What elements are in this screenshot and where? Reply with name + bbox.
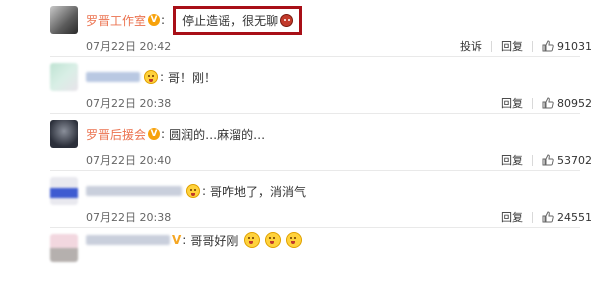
username[interactable]: 罗晋后援会 xyxy=(86,126,146,143)
verified-v-icon: V xyxy=(148,14,161,26)
like-count: 53702 xyxy=(557,153,592,167)
like-count: 24551 xyxy=(557,210,592,224)
reply-link[interactable]: 回复 xyxy=(501,152,523,168)
comment-actions: 回复 80952 xyxy=(501,95,592,111)
vip-v-icon: V xyxy=(172,233,182,247)
comment-text: 圆润的…麻溜的… xyxy=(169,127,266,142)
highlighted-comment-box: 停止造谣，很无聊 xyxy=(173,5,303,35)
like-button[interactable]: 24551 xyxy=(542,211,592,224)
blurred-username[interactable] xyxy=(86,235,170,245)
comment-time: 07月22日 20:42 xyxy=(86,40,172,53)
divider xyxy=(532,154,533,166)
comment-text: 哥咋地了，消消气 xyxy=(210,184,307,199)
comment-text: 哥！刚！ xyxy=(168,70,217,85)
thumbs-up-icon xyxy=(542,211,554,223)
colon: : xyxy=(161,13,166,27)
comment-time: 07月22日 20:38 xyxy=(86,211,172,224)
colon: : xyxy=(160,70,165,84)
comment-text: 停止造谣，很无聊 xyxy=(182,13,279,28)
avatar[interactable] xyxy=(50,234,78,262)
blurred-username[interactable] xyxy=(86,186,182,196)
avatar[interactable] xyxy=(50,177,78,205)
divider xyxy=(491,40,492,52)
username[interactable]: 罗晋工作室 xyxy=(86,12,146,29)
verified-v-icon: V xyxy=(148,128,161,140)
colon: : xyxy=(182,233,187,247)
grin-emoji-icon xyxy=(286,232,303,248)
comment-actions: 回复 24551 xyxy=(501,209,592,225)
like-button[interactable]: 53702 xyxy=(542,154,592,167)
like-button[interactable]: 80952 xyxy=(542,97,592,110)
grin-emoji-icon xyxy=(144,70,158,84)
reply-link[interactable]: 回复 xyxy=(501,95,523,111)
comment-header: : 哥咋地了，消消气 xyxy=(86,181,306,201)
comment-item: 罗晋工作室 V : 停止造谣，很无聊 07月22日 20:42 投诉 回复 91… xyxy=(0,0,600,57)
comment-text: 哥哥好刚 xyxy=(190,233,239,248)
comment-item: : 哥！刚！ 07月22日 20:38 回复 80952 xyxy=(0,57,600,114)
avatar[interactable] xyxy=(50,63,78,91)
comment-item: V : 哥哥好刚 xyxy=(0,228,600,285)
like-count: 91031 xyxy=(557,39,592,53)
comment-header: 罗晋后援会 V : 圆润的…麻溜的… xyxy=(86,124,265,144)
angry-face-emoji-icon xyxy=(280,13,294,27)
comment-header: : 哥！刚！ xyxy=(86,67,216,87)
colon: : xyxy=(161,127,166,141)
like-count: 80952 xyxy=(557,96,592,110)
comment-time: 07月22日 20:38 xyxy=(86,97,172,110)
comment-time: 07月22日 20:40 xyxy=(86,154,172,167)
avatar[interactable] xyxy=(50,6,78,34)
report-link[interactable]: 投诉 xyxy=(460,38,482,54)
reply-link[interactable]: 回复 xyxy=(501,38,523,54)
comment-item: 罗晋后援会 V : 圆润的…麻溜的… 07月22日 20:40 回复 53702 xyxy=(0,114,600,171)
reply-link[interactable]: 回复 xyxy=(501,209,523,225)
divider xyxy=(532,97,533,109)
grin-emoji-icon xyxy=(186,184,200,198)
like-button[interactable]: 91031 xyxy=(542,40,592,53)
comment-header: 罗晋工作室 V : 停止造谣，很无聊 xyxy=(86,5,303,35)
divider xyxy=(532,211,533,223)
blurred-username[interactable] xyxy=(86,72,140,82)
avatar[interactable] xyxy=(50,120,78,148)
thumbs-up-icon xyxy=(542,40,554,52)
comment-actions: 投诉 回复 91031 xyxy=(460,38,592,54)
grin-emoji-icon xyxy=(265,232,282,248)
divider xyxy=(532,40,533,52)
comment-item: : 哥咋地了，消消气 07月22日 20:38 回复 24551 xyxy=(0,171,600,228)
thumbs-up-icon xyxy=(542,154,554,166)
grin-emoji-icon xyxy=(244,232,261,248)
colon: : xyxy=(202,184,207,198)
comment-actions: 回复 53702 xyxy=(501,152,592,168)
comment-header: V : 哥哥好刚 xyxy=(86,230,303,250)
thumbs-up-icon xyxy=(542,97,554,109)
